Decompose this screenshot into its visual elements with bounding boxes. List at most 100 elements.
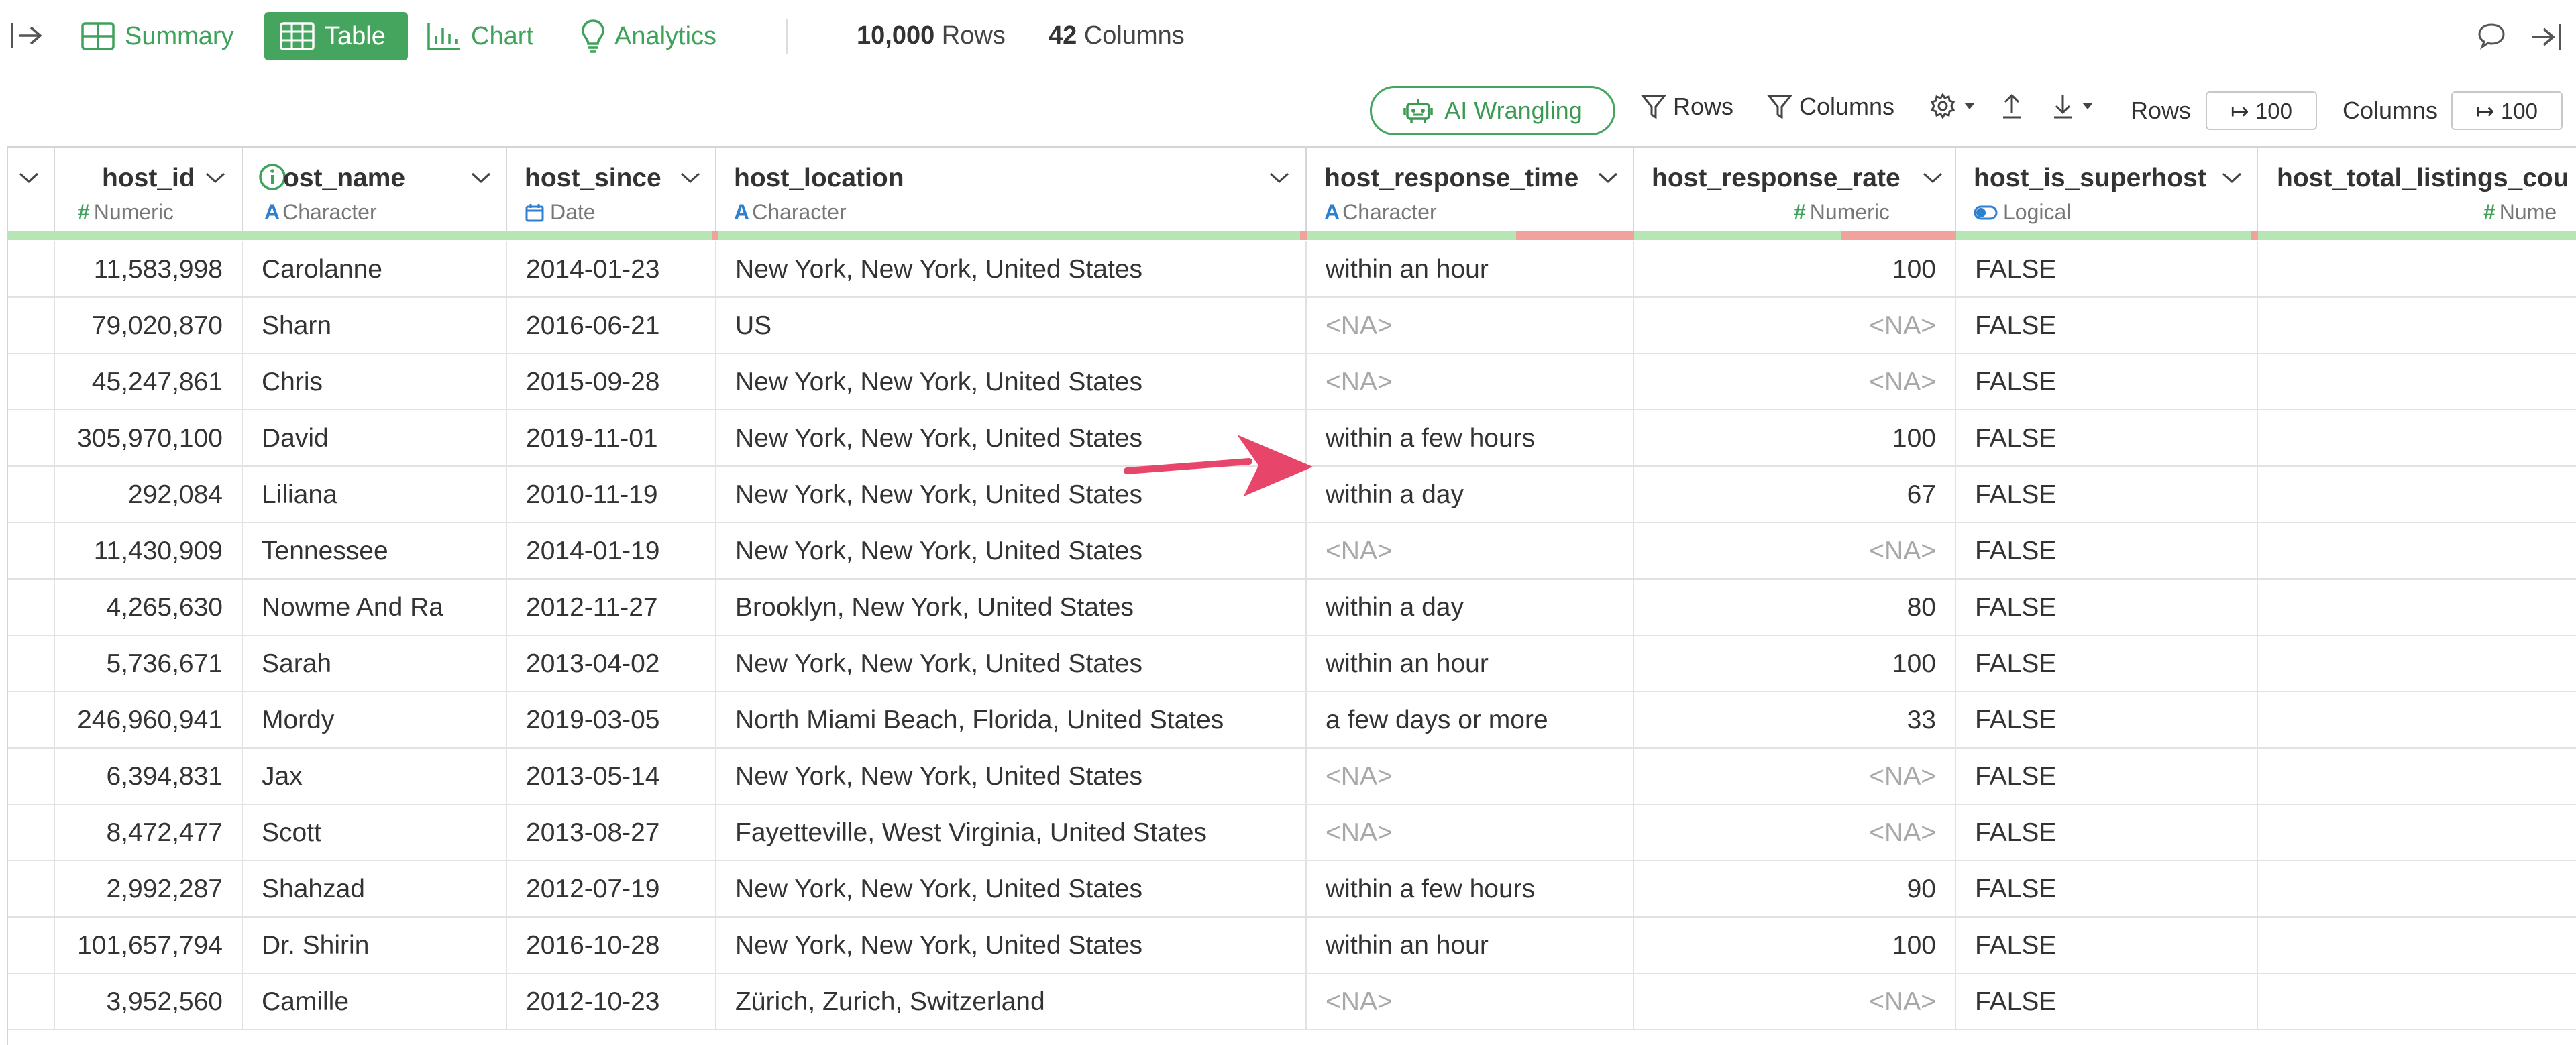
host-location-cell[interactable]: New York, New York, United States: [716, 861, 1307, 918]
host-response-rate-cell[interactable]: <NA>: [1634, 298, 1956, 354]
host-name-cell[interactable]: David: [243, 410, 507, 467]
host-id-cell[interactable]: 79,020,870: [55, 298, 243, 354]
row-select-cell[interactable]: [8, 805, 55, 861]
host-is-superhost-cell[interactable]: FALSE: [1956, 861, 2258, 918]
host-total-listings-count-cell[interactable]: [2258, 410, 2576, 467]
columns-pager-input[interactable]: ↦ 100: [2451, 91, 2563, 130]
host-id-cell[interactable]: 11,430,909: [55, 523, 243, 580]
host-total-listings-count-cell[interactable]: [2258, 805, 2576, 861]
host-total-listings-count-cell[interactable]: [2258, 467, 2576, 523]
host-name-cell[interactable]: Scott: [243, 805, 507, 861]
host-id-cell[interactable]: 6,394,831: [55, 749, 243, 805]
table-row[interactable]: 101,657,794 Dr. Shirin 2016-10-28 New York,…: [8, 918, 2576, 974]
host-is-superhost-cell[interactable]: FALSE: [1956, 241, 2258, 298]
host-id-cell[interactable]: 45,247,861: [55, 354, 243, 410]
host-since-cell[interactable]: 2014-01-23: [507, 241, 716, 298]
collapse-sidebar-icon[interactable]: [9, 20, 43, 51]
tab-table[interactable]: Table: [264, 12, 408, 60]
table-row[interactable]: 6,394,831 Jax 2013-05-14 New York, New York…: [8, 749, 2576, 805]
host-response-time-cell[interactable]: within an hour: [1307, 241, 1634, 298]
select-column-header[interactable]: [8, 148, 55, 231]
host-response-time-cell[interactable]: <NA>: [1307, 974, 1634, 1030]
host-response-rate-cell[interactable]: <NA>: [1634, 749, 1956, 805]
rows-pager-input[interactable]: ↦ 100: [2206, 91, 2317, 130]
host-name-cell[interactable]: Shahzad: [243, 861, 507, 918]
host-id-cell[interactable]: 8,472,477: [55, 805, 243, 861]
host-total-listings-count-cell[interactable]: [2258, 749, 2576, 805]
host-total-listings-count-cell[interactable]: [2258, 974, 2576, 1030]
host-response-time-cell[interactable]: <NA>: [1307, 298, 1634, 354]
host-name-cell[interactable]: Jax: [243, 749, 507, 805]
host-id-cell[interactable]: 3,952,560: [55, 974, 243, 1030]
table-row[interactable]: 246,960,941 Mordy 2019-03-05 North Miami Be…: [8, 692, 2576, 749]
row-select-cell[interactable]: [8, 580, 55, 636]
row-select-cell[interactable]: [8, 636, 55, 692]
host-response-time-cell[interactable]: within a day: [1307, 467, 1634, 523]
host-response-rate-cell[interactable]: 100: [1634, 241, 1956, 298]
column-header-host-since[interactable]: host_since Date: [507, 148, 716, 231]
row-select-cell[interactable]: [8, 467, 55, 523]
host-since-cell[interactable]: 2014-01-19: [507, 523, 716, 580]
host-since-cell[interactable]: 2013-05-14: [507, 749, 716, 805]
table-row[interactable]: 79,020,870 Sharn 2016-06-21 US <NA> <NA> FALSE: [8, 298, 2576, 354]
host-name-cell[interactable]: Dr. Shirin: [243, 918, 507, 974]
host-id-cell[interactable]: 305,970,100: [55, 410, 243, 467]
chevron-down-icon[interactable]: [204, 170, 227, 185]
host-response-time-cell[interactable]: within a few hours: [1307, 410, 1634, 467]
host-is-superhost-cell[interactable]: FALSE: [1956, 974, 2258, 1030]
row-select-cell[interactable]: [8, 241, 55, 298]
host-response-rate-cell[interactable]: 100: [1634, 918, 1956, 974]
download-dropdown[interactable]: [2051, 93, 2101, 119]
table-row[interactable]: 2,992,287 Shahzad 2012-07-19 New York, New …: [8, 861, 2576, 918]
host-response-rate-cell[interactable]: 100: [1634, 410, 1956, 467]
host-response-rate-cell[interactable]: <NA>: [1634, 805, 1956, 861]
host-name-cell[interactable]: Nowme And Ra: [243, 580, 507, 636]
chevron-down-icon[interactable]: [2220, 170, 2243, 185]
table-row[interactable]: 4,265,630 Nowme And Ra 2012-11-27 Brooklyn,…: [8, 580, 2576, 636]
columns-filter-button[interactable]: Columns: [1767, 93, 1894, 121]
host-location-cell[interactable]: North Miami Beach, Florida, United State…: [716, 692, 1307, 749]
host-response-time-cell[interactable]: <NA>: [1307, 749, 1634, 805]
row-select-cell[interactable]: [8, 918, 55, 974]
host-since-cell[interactable]: 2016-06-21: [507, 298, 716, 354]
host-since-cell[interactable]: 2010-11-19: [507, 467, 716, 523]
host-is-superhost-cell[interactable]: FALSE: [1956, 298, 2258, 354]
host-total-listings-count-cell[interactable]: [2258, 692, 2576, 749]
host-location-cell[interactable]: New York, New York, United States: [716, 523, 1307, 580]
host-total-listings-count-cell[interactable]: [2258, 580, 2576, 636]
host-total-listings-count-cell[interactable]: [2258, 241, 2576, 298]
column-header-host-is-superhost[interactable]: host_is_superhost Logical: [1956, 148, 2258, 231]
host-is-superhost-cell[interactable]: FALSE: [1956, 354, 2258, 410]
tab-analytics[interactable]: Analytics: [581, 12, 716, 60]
host-location-cell[interactable]: New York, New York, United States: [716, 749, 1307, 805]
host-response-rate-cell[interactable]: <NA>: [1634, 974, 1956, 1030]
host-is-superhost-cell[interactable]: FALSE: [1956, 749, 2258, 805]
host-since-cell[interactable]: 2013-04-02: [507, 636, 716, 692]
chevron-down-icon[interactable]: [1921, 170, 1944, 185]
column-header-host-response-rate[interactable]: host_response_rate # Numeric: [1634, 148, 1956, 231]
host-location-cell[interactable]: New York, New York, United States: [716, 918, 1307, 974]
host-id-cell[interactable]: 246,960,941: [55, 692, 243, 749]
ai-wrangling-button[interactable]: AI Wrangling: [1370, 86, 1615, 135]
row-select-cell[interactable]: [8, 974, 55, 1030]
host-name-cell[interactable]: Camille: [243, 974, 507, 1030]
chevron-down-icon[interactable]: [679, 170, 702, 185]
host-is-superhost-cell[interactable]: FALSE: [1956, 636, 2258, 692]
host-location-cell[interactable]: Zürich, Zurich, Switzerland: [716, 974, 1307, 1030]
host-location-cell[interactable]: New York, New York, United States: [716, 636, 1307, 692]
host-is-superhost-cell[interactable]: FALSE: [1956, 805, 2258, 861]
row-select-cell[interactable]: [8, 523, 55, 580]
chevron-down-icon[interactable]: [470, 170, 492, 185]
host-location-cell[interactable]: Brooklyn, New York, United States: [716, 580, 1307, 636]
host-name-cell[interactable]: Tennessee: [243, 523, 507, 580]
host-id-cell[interactable]: 5,736,671: [55, 636, 243, 692]
host-total-listings-count-cell[interactable]: [2258, 861, 2576, 918]
table-row[interactable]: 11,430,909 Tennessee 2014-01-19 New York, N…: [8, 523, 2576, 580]
host-location-cell[interactable]: Fayetteville, West Virginia, United Stat…: [716, 805, 1307, 861]
chevron-down-icon[interactable]: [1597, 170, 1619, 185]
column-header-host-location[interactable]: host_location A Character: [716, 148, 1307, 231]
row-select-cell[interactable]: [8, 298, 55, 354]
table-row[interactable]: 8,472,477 Scott 2013-08-27 Fayetteville, We…: [8, 805, 2576, 861]
tab-summary[interactable]: Summary: [80, 12, 234, 60]
rows-filter-button[interactable]: Rows: [1641, 93, 1733, 121]
